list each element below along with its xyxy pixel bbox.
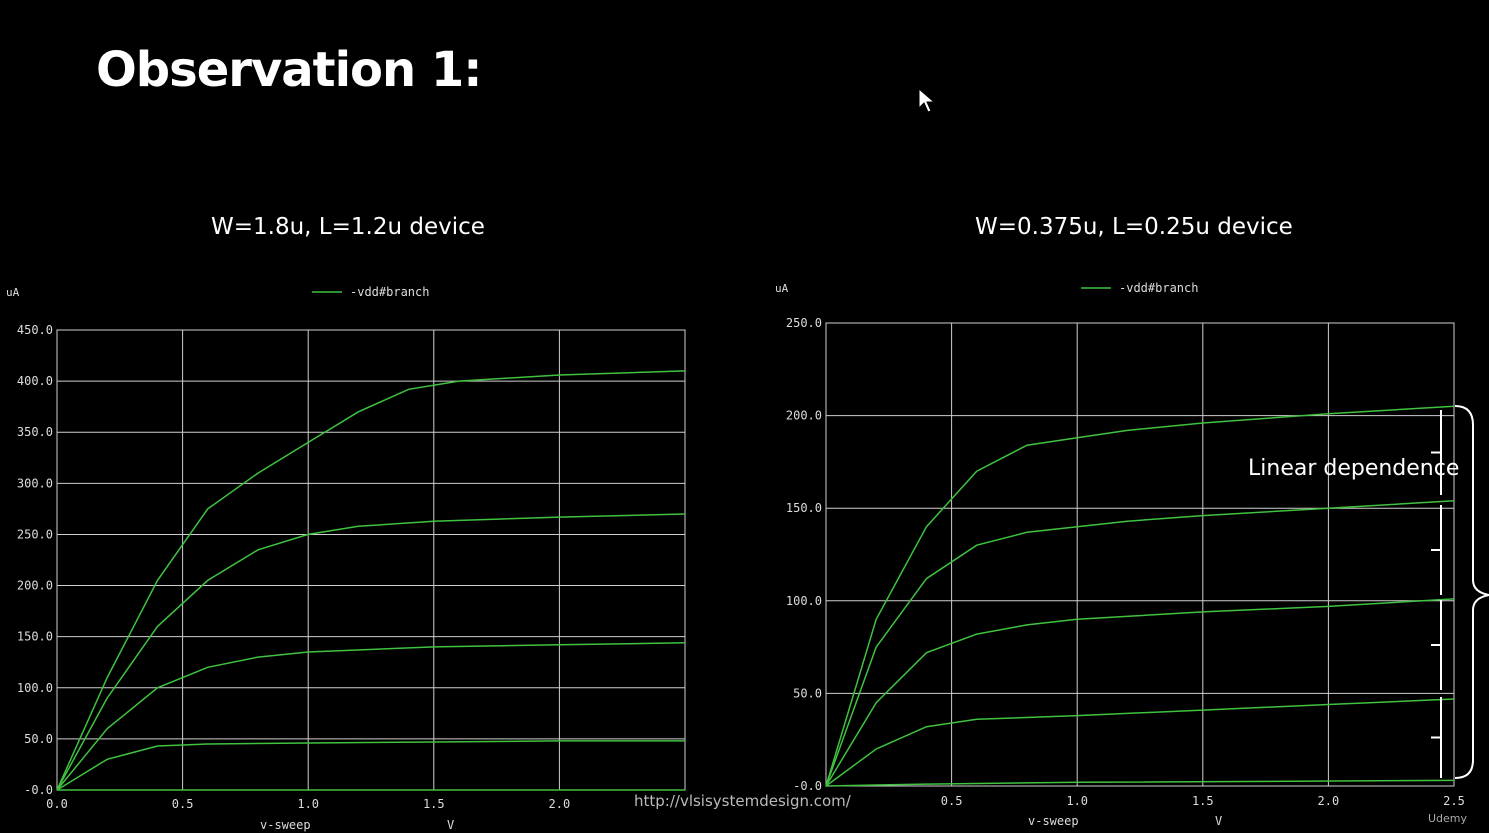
x-tick-label: 2.0 [549, 797, 571, 811]
y-tick-label: 250.0 [17, 527, 53, 541]
y-tick-label: -0.0 [793, 779, 822, 793]
y-tick-label: 100.0 [786, 594, 822, 608]
series-line-4 [56, 740, 685, 791]
x-axis-label: v-sweep [1028, 814, 1079, 828]
y-tick-label: 350.0 [17, 425, 53, 439]
y-axis-label: uA [6, 286, 20, 299]
chart-left: -0.0 50.0 100.0 150.0 200.0 250.0 300.0 350.0 40… [6, 285, 686, 832]
y-axis-label: uA [775, 282, 789, 295]
source-url: http://vlsisystemdesign.com/ [634, 792, 851, 810]
y-tick-label: 100.0 [17, 681, 53, 695]
y-tick-label: 300.0 [17, 476, 53, 490]
y-tick-label: 150.0 [786, 501, 822, 515]
x-tick-label: 0.0 [46, 797, 68, 811]
y-tick-label: 200.0 [786, 409, 822, 423]
y-tick-label: -0.0 [24, 783, 53, 797]
x-tick-label: 0.5 [172, 797, 194, 811]
x-axis-unit: V [447, 818, 454, 832]
series-line-5 [825, 779, 1455, 787]
x-tick-label: 0.5 [941, 794, 963, 808]
y-tick-label: 150.0 [17, 630, 53, 644]
y-tick-label: 400.0 [17, 374, 53, 388]
series-line-4 [825, 698, 1455, 787]
x-axis-unit: V [1215, 814, 1222, 828]
plot-frame [825, 322, 1455, 787]
x-tick-label: 2.0 [1318, 794, 1340, 808]
curly-brace [1454, 405, 1489, 779]
mouse-cursor-icon [918, 88, 936, 113]
series-line-3 [825, 598, 1455, 787]
x-tick-label: 1.5 [1192, 794, 1214, 808]
plot-frame [56, 329, 686, 791]
x-tick-label: 1.0 [1066, 794, 1088, 808]
series-line-2 [56, 513, 686, 791]
brand-watermark: Udemy [1428, 812, 1468, 825]
series-line-3 [56, 642, 686, 791]
chart-right: -0.0 50.0 100.0 150.0 200.0 250.0 0.5 1.0 1.5 2.0… [775, 281, 1465, 828]
series-line-2 [825, 500, 1455, 787]
y-tick-label: 200.0 [17, 579, 53, 593]
plots-canvas: -0.0 50.0 100.0 150.0 200.0 250.0 300.0 350.0 40… [6, 281, 1489, 832]
y-tick-label: 50.0 [793, 686, 822, 700]
x-tick-label: 1.0 [297, 797, 319, 811]
x-tick-label: 1.5 [423, 797, 445, 811]
annotation-linear-dependence: Linear dependence [1248, 456, 1460, 481]
x-tick-label: 2.5 [1443, 794, 1465, 808]
y-tick-label: 450.0 [17, 323, 53, 337]
legend-label: -vdd#branch [350, 285, 429, 299]
y-tick-label: 250.0 [786, 316, 822, 330]
series-line-1 [56, 370, 686, 791]
legend-label: -vdd#branch [1119, 281, 1198, 295]
y-tick-label: 50.0 [24, 732, 53, 746]
x-axis-label: v-sweep [260, 818, 311, 832]
